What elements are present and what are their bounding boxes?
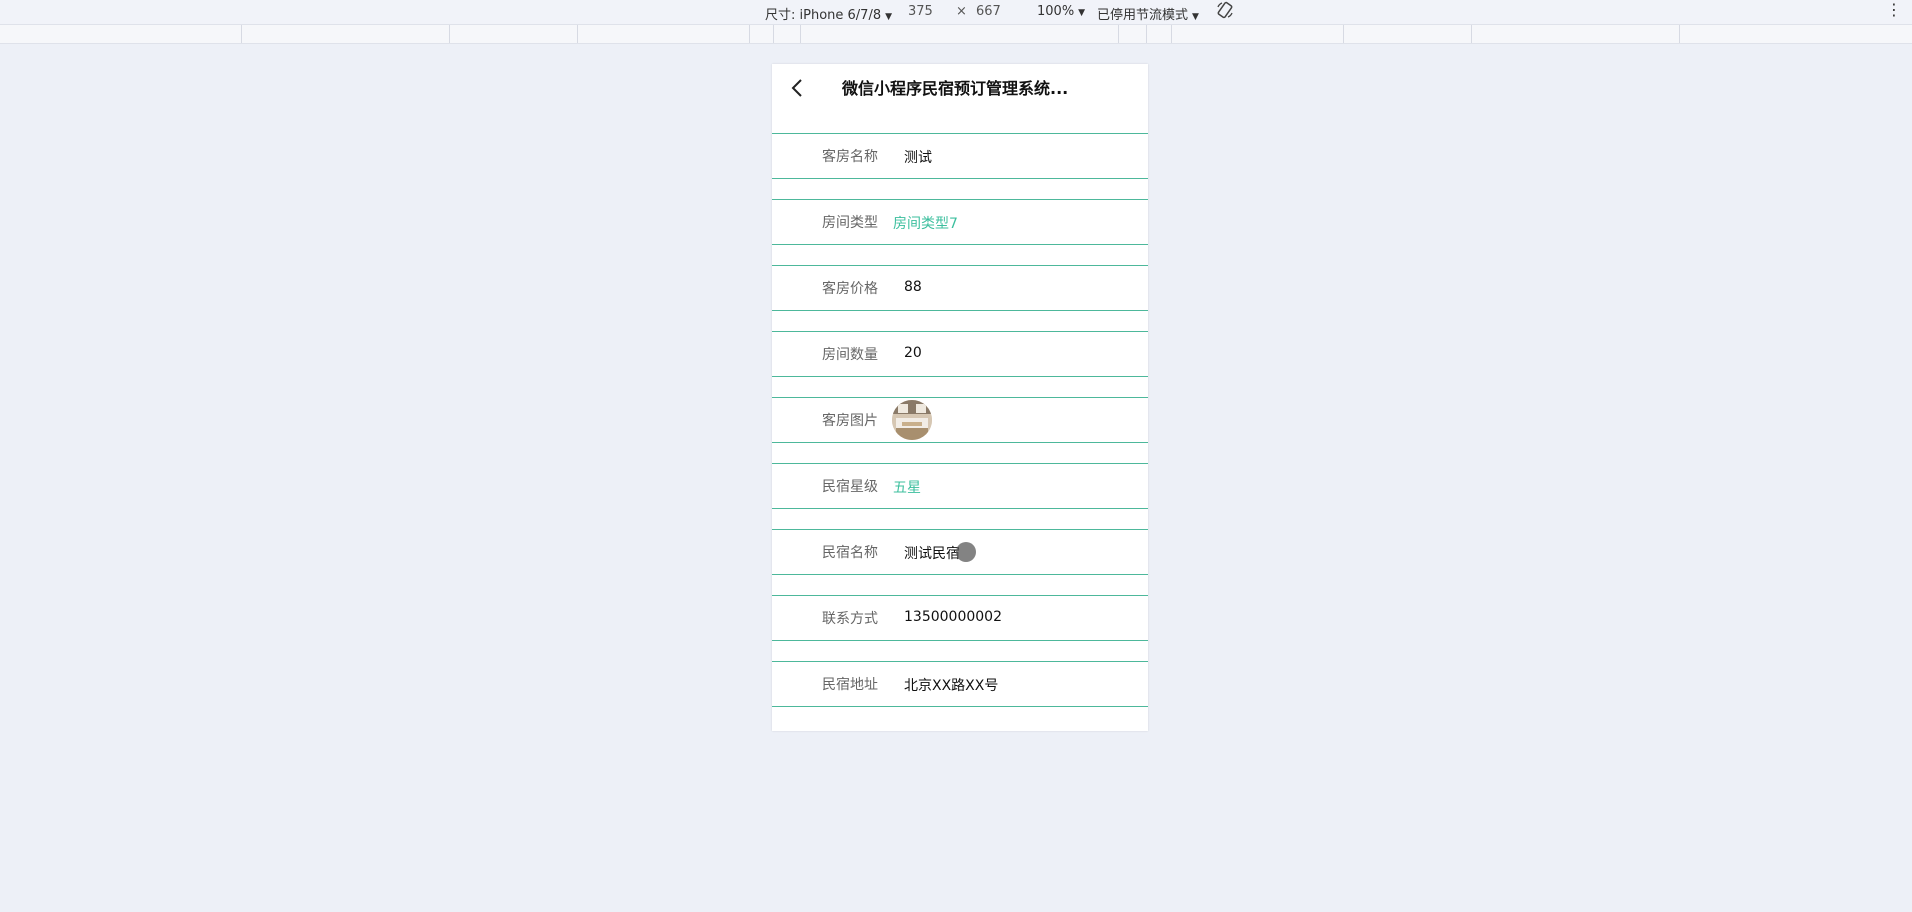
ruler-bar: [0, 25, 1912, 44]
field-value: 20: [904, 345, 922, 361]
ruler-segment: [1118, 25, 1119, 43]
throttle-label: 已停用节流模式: [1097, 8, 1189, 23]
field-label: 客房名称: [822, 149, 878, 165]
field-label: 民宿地址: [822, 677, 878, 693]
ruler-segment: [1146, 25, 1147, 43]
device-label: 尺寸: iPhone 6/7/8: [765, 8, 882, 23]
page-title: 微信小程序民宿预订管理系统...: [842, 79, 1069, 98]
ruler-segment: [773, 25, 774, 43]
detail-row-homestay-name: 民宿名称 测试民宿: [772, 529, 1148, 575]
device-select[interactable]: 尺寸: iPhone 6/7/8 ▼: [765, 4, 892, 23]
dimension-separator: ×: [956, 4, 967, 19]
detail-row-address: 民宿地址 北京XX路XX号: [772, 661, 1148, 707]
chevron-down-icon: ▼: [1078, 8, 1086, 18]
detail-row-room-type: 房间类型 房间类型7: [772, 199, 1148, 245]
detail-row-star-rating: 民宿星级 五星: [772, 463, 1148, 509]
height-input[interactable]: 667: [976, 4, 1001, 19]
chevron-down-icon: ▼: [1192, 12, 1199, 22]
devtools-toolbar: 尺寸: iPhone 6/7/8 ▼ 375 × 667 100% ▼ 已停用节流模…: [0, 0, 1912, 25]
detail-row-room-image: 客房图片: [772, 397, 1148, 443]
field-value-link[interactable]: 房间类型7: [893, 213, 958, 233]
ruler-segment: [449, 25, 450, 43]
detail-list: 客房名称 测试 房间类型 房间类型7 客房价格 88 房间数量 20 客房图片: [772, 133, 1148, 707]
zoom-label: 100%: [1037, 4, 1075, 19]
touch-cursor-icon: [956, 542, 976, 562]
detail-row-contact: 联系方式 13500000002: [772, 595, 1148, 641]
detail-row-room-price: 客房价格 88: [772, 265, 1148, 311]
field-label: 民宿名称: [822, 545, 878, 561]
field-value: 13500000002: [904, 609, 1002, 625]
field-label: 房间类型: [822, 215, 878, 231]
ruler-segment: [1471, 25, 1472, 43]
room-image-thumbnail[interactable]: [892, 400, 932, 440]
back-arrow-icon[interactable]: [786, 76, 810, 100]
ruler-segment: [1343, 25, 1344, 43]
phone-viewport: 微信小程序民宿预订管理系统... 客房名称 测试 房间类型 房间类型7 客房价格…: [772, 64, 1148, 731]
ruler-segment: [749, 25, 750, 43]
nav-bar: 微信小程序民宿预订管理系统...: [772, 64, 1148, 133]
rotate-icon[interactable]: [1216, 1, 1234, 19]
ruler-segment: [577, 25, 578, 43]
field-label: 客房图片: [822, 413, 878, 429]
field-value: 测试: [904, 150, 932, 166]
field-value: 88: [904, 279, 922, 295]
field-label: 房间数量: [822, 347, 878, 363]
width-input[interactable]: 375: [908, 4, 933, 19]
ruler-segment: [1171, 25, 1172, 43]
detail-row-room-count: 房间数量 20: [772, 331, 1148, 377]
field-value-link[interactable]: 五星: [893, 477, 921, 497]
field-label: 客房价格: [822, 281, 878, 297]
field-label: 民宿星级: [822, 479, 878, 495]
detail-row-room-name: 客房名称 测试: [772, 133, 1148, 179]
throttle-select[interactable]: 已停用节流模式 ▼: [1097, 4, 1199, 23]
chevron-down-icon: ▼: [885, 12, 893, 22]
ruler-segment: [1679, 25, 1680, 43]
field-value: 北京XX路XX号: [904, 678, 999, 694]
ruler-segment: [241, 25, 242, 43]
field-value: 测试民宿: [904, 546, 960, 562]
ruler-segment: [800, 25, 801, 43]
zoom-select[interactable]: 100% ▼: [1037, 4, 1085, 19]
more-menu-icon[interactable]: ⋮: [1886, 0, 1902, 19]
field-label: 联系方式: [822, 611, 878, 627]
